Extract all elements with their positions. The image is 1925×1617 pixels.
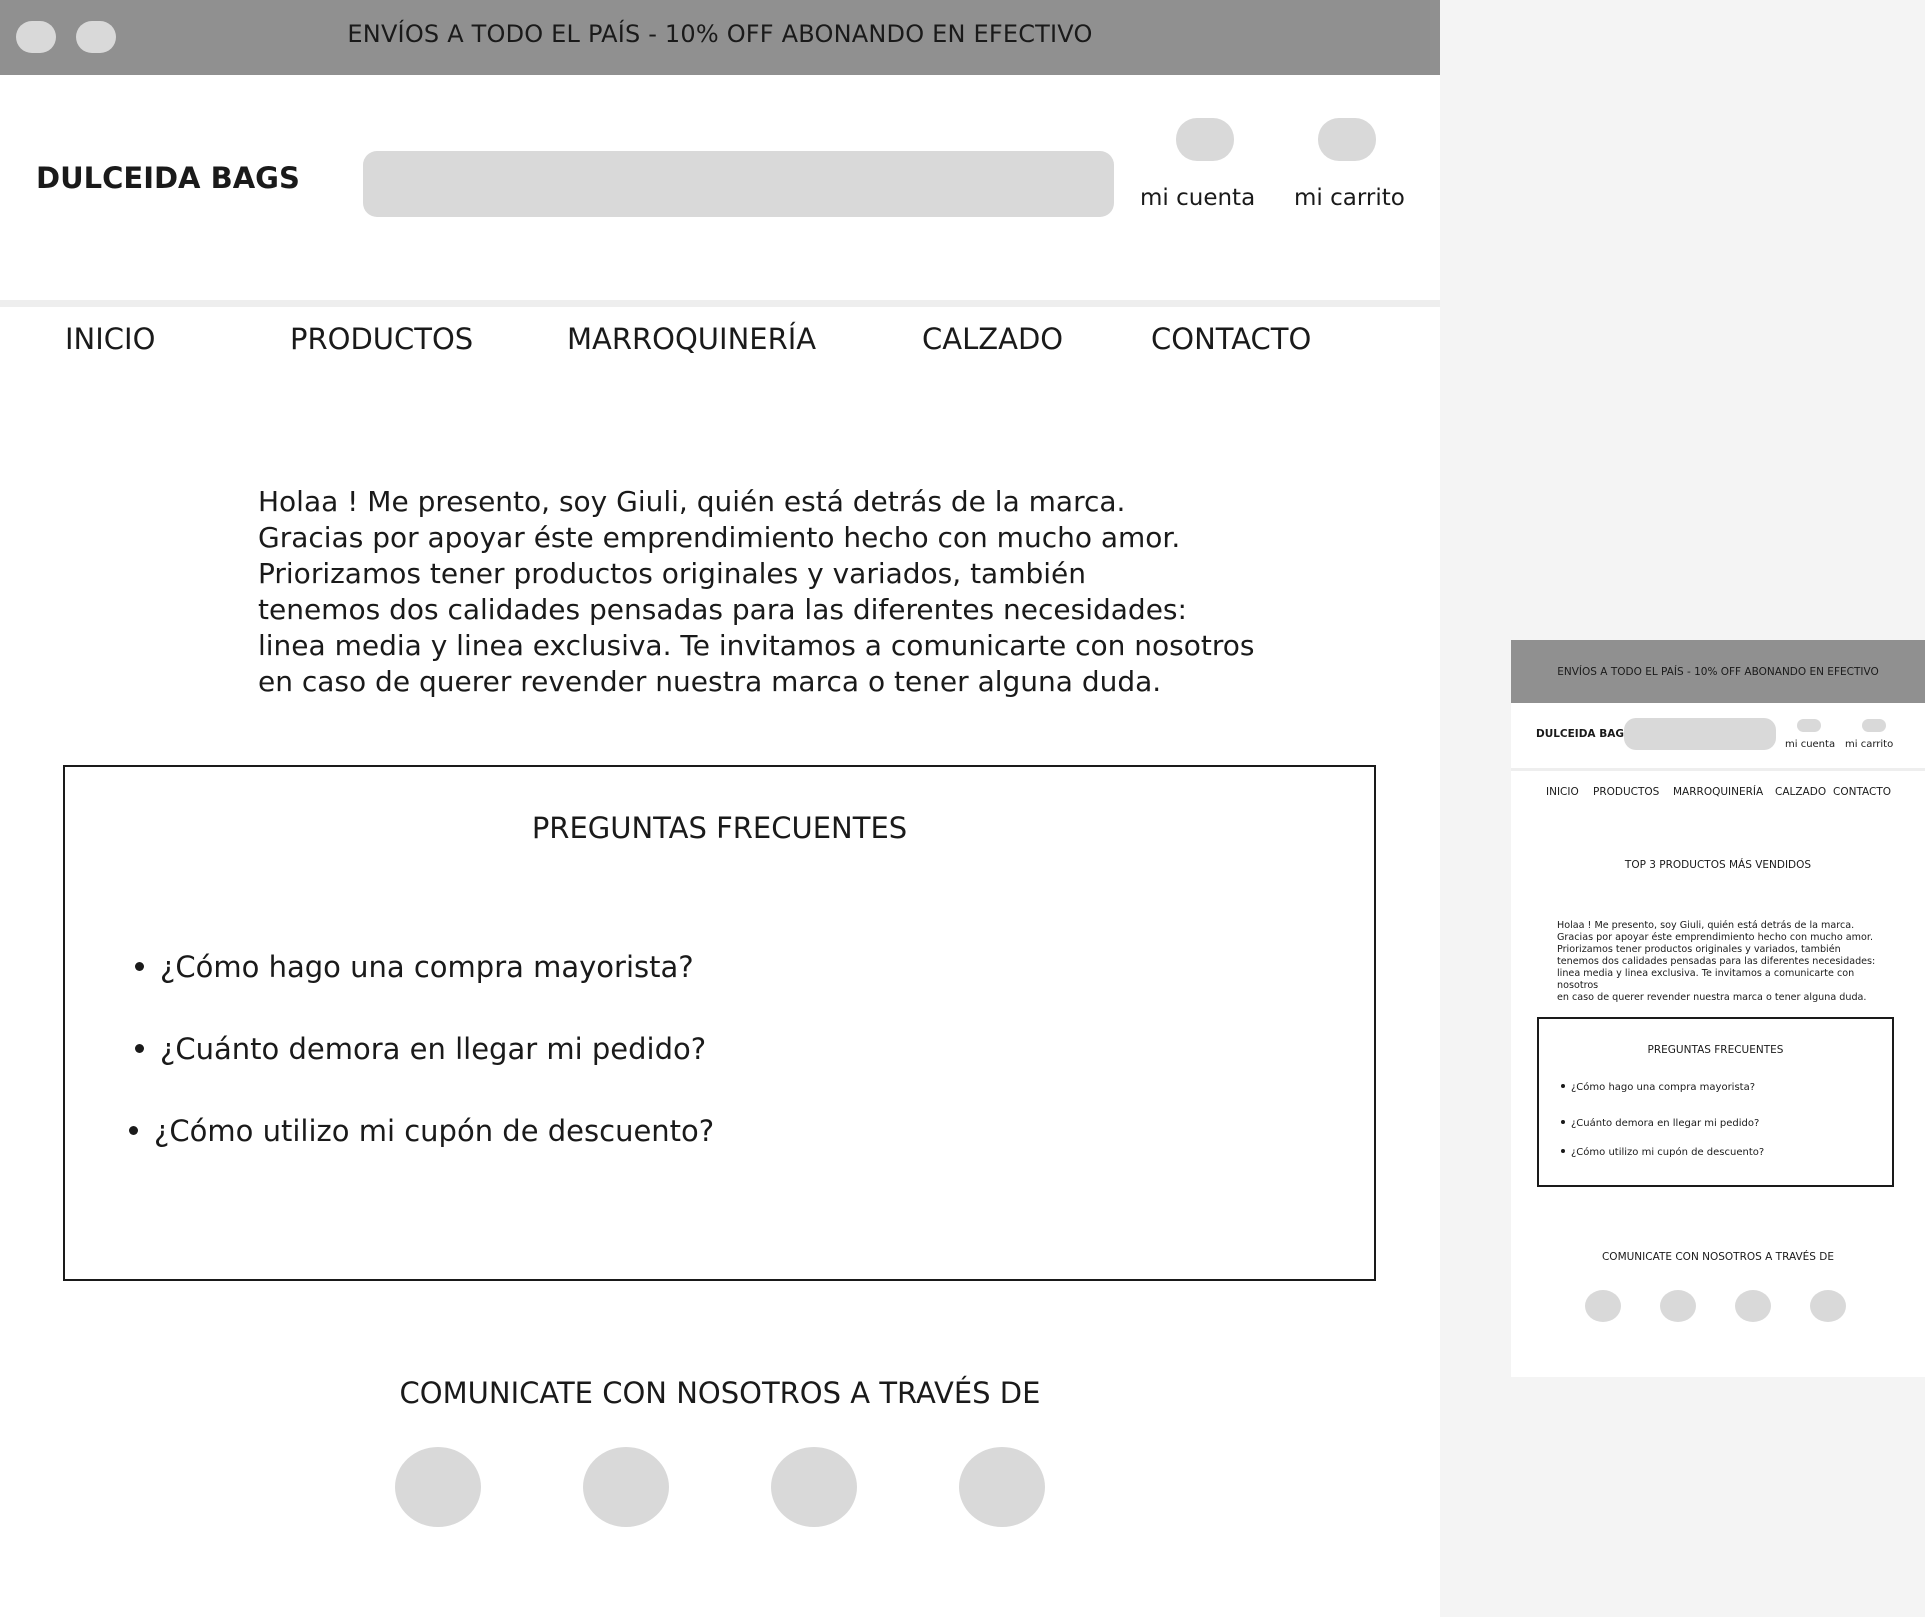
intro-line: en caso de querer revender nuestra marca… <box>258 665 1162 698</box>
nav-item-productos[interactable]: PRODUCTOS <box>1593 786 1659 798</box>
intro-line: tenemos dos calidades pensadas para las … <box>1557 956 1876 967</box>
contact-title: COMUNICATE CON NOSOTROS A TRAVÉS DE <box>1601 1251 1835 1263</box>
nav-item-inicio[interactable]: INICIO <box>1546 786 1579 798</box>
nav-item-marroquineria[interactable]: MARROQUINERÍA <box>567 322 816 356</box>
intro-line: tenemos dos calidades pensadas para las … <box>258 593 1187 626</box>
promo-bar: ENVÍOS A TODO EL PAÍS - 10% OFF ABONANDO… <box>0 0 1440 75</box>
social-icon[interactable] <box>1660 1290 1696 1322</box>
faq-question-text: ¿Cómo utilizo mi cupón de descuento? <box>1571 1147 1765 1158</box>
contact-title: COMUNICATE CON NOSOTROS A TRAVÉS DE <box>399 1376 1041 1410</box>
intro-line: Priorizamos tener productos originales y… <box>258 557 1087 590</box>
brand-logo[interactable]: DULCEIDA BAGS <box>1536 728 1632 740</box>
faq-title: PREGUNTAS FRECUENTES <box>1647 1044 1784 1056</box>
faq-question-text: ¿Cuánto demora en llegar mi pedido? <box>160 1032 707 1066</box>
nav-item-inicio[interactable]: INICIO <box>65 322 155 356</box>
intro-line: en caso de querer revender nuestra marca… <box>1557 992 1867 1003</box>
intro-line: linea media y linea exclusiva. Te invita… <box>258 629 1255 662</box>
intro-line: Priorizamos tener productos originales y… <box>1557 944 1841 955</box>
cart-link[interactable]: mi carrito <box>1294 185 1405 211</box>
nav-item-marroquineria[interactable]: MARROQUINERÍA <box>1673 786 1763 798</box>
cart-link[interactable]: mi carrito <box>1845 739 1893 750</box>
faq-question[interactable]: ¿Cómo utilizo mi cupón de descuento? <box>1561 1147 1764 1158</box>
search-input[interactable] <box>1624 718 1776 750</box>
account-icon[interactable] <box>1797 719 1821 732</box>
bullet-icon <box>129 1125 138 1135</box>
cart-icon[interactable] <box>1862 719 1886 732</box>
faq-question[interactable]: ¿Cuánto demora en llegar mi pedido? <box>135 1032 706 1066</box>
faq-question[interactable]: ¿Cuánto demora en llegar mi pedido? <box>1561 1118 1759 1129</box>
faq-question-text: ¿Cómo hago una compra mayorista? <box>1571 1082 1756 1093</box>
faq-title: PREGUNTAS FRECUENTES <box>531 811 908 845</box>
header-divider <box>0 300 1440 307</box>
bullet-icon <box>1561 1120 1565 1124</box>
faq-question-text: ¿Cómo utilizo mi cupón de descuento? <box>154 1114 715 1148</box>
brand-logo[interactable]: DULCEIDA BAGS <box>36 161 300 195</box>
intro-text: Holaa ! Me presento, soy Giuli, quién es… <box>258 484 1278 700</box>
desktop-page: ENVÍOS A TODO EL PAÍS - 10% OFF ABONANDO… <box>0 0 1440 1617</box>
nav-item-productos[interactable]: PRODUCTOS <box>290 322 473 356</box>
faq-question[interactable]: ¿Cómo hago una compra mayorista? <box>135 950 694 984</box>
nav-item-calzado[interactable]: CALZADO <box>1775 786 1826 798</box>
promo-text: ENVÍOS A TODO EL PAÍS - 10% OFF ABONANDO… <box>1557 666 1879 678</box>
header-divider <box>1511 768 1925 771</box>
nav-item-contacto[interactable]: CONTACTO <box>1151 322 1311 356</box>
account-icon[interactable] <box>1176 118 1234 161</box>
bullet-icon <box>135 961 144 971</box>
faq-question-text: ¿Cuánto demora en llegar mi pedido? <box>1571 1118 1760 1129</box>
social-icon[interactable] <box>1735 1290 1771 1322</box>
faq-section: PREGUNTAS FRECUENTES ¿Cómo hago una comp… <box>63 765 1376 1281</box>
mobile-page: ENVÍOS A TODO EL PAÍS - 10% OFF ABONANDO… <box>1511 640 1925 1377</box>
bullet-icon <box>135 1043 144 1053</box>
intro-line: Gracias por apoyar éste emprendimiento h… <box>1557 932 1874 943</box>
social-icon[interactable] <box>771 1447 857 1527</box>
bullet-icon <box>1561 1084 1565 1088</box>
social-icon[interactable] <box>1585 1290 1621 1322</box>
intro-text: Holaa ! Me presento, soy Giuli, quién es… <box>1557 920 1897 1004</box>
account-link[interactable]: mi cuenta <box>1140 185 1255 211</box>
search-input[interactable] <box>363 151 1114 217</box>
faq-question[interactable]: ¿Cómo hago una compra mayorista? <box>1561 1082 1755 1093</box>
top-products-title: TOP 3 PRODUCTOS MÁS VENDIDOS <box>1624 859 1812 871</box>
faq-section: PREGUNTAS FRECUENTES ¿Cómo hago una comp… <box>1537 1017 1894 1187</box>
faq-question[interactable]: ¿Cómo utilizo mi cupón de descuento? <box>129 1114 714 1148</box>
intro-line: linea media y linea exclusiva. Te invita… <box>1557 968 1855 991</box>
promo-bar: ENVÍOS A TODO EL PAÍS - 10% OFF ABONANDO… <box>1511 640 1925 703</box>
intro-line: Holaa ! Me presento, soy Giuli, quién es… <box>258 485 1126 518</box>
intro-line: Gracias por apoyar éste emprendimiento h… <box>258 521 1181 554</box>
cart-icon[interactable] <box>1318 118 1376 161</box>
social-icon[interactable] <box>1810 1290 1846 1322</box>
social-icon[interactable] <box>395 1447 481 1527</box>
nav-item-calzado[interactable]: CALZADO <box>922 322 1063 356</box>
bullet-icon <box>1561 1149 1565 1153</box>
account-link[interactable]: mi cuenta <box>1785 739 1835 750</box>
nav-item-contacto[interactable]: CONTACTO <box>1833 786 1891 798</box>
social-icon[interactable] <box>959 1447 1045 1527</box>
intro-line: Holaa ! Me presento, soy Giuli, quién es… <box>1557 920 1855 931</box>
social-icon[interactable] <box>583 1447 669 1527</box>
promo-text: ENVÍOS A TODO EL PAÍS - 10% OFF ABONANDO… <box>347 20 1093 48</box>
faq-question-text: ¿Cómo hago una compra mayorista? <box>160 950 694 984</box>
